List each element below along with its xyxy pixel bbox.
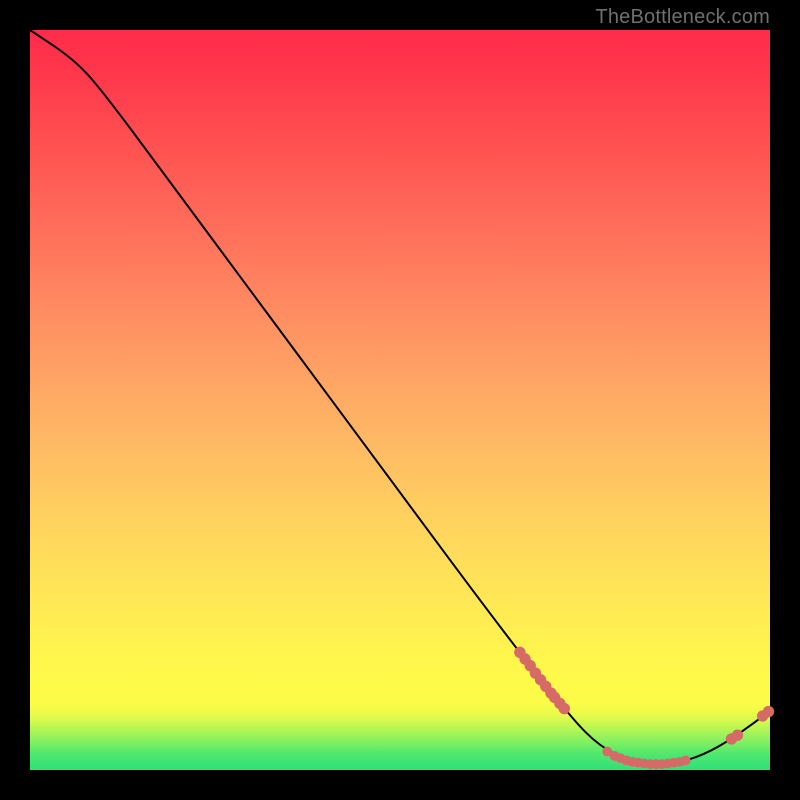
data-curve (30, 30, 770, 764)
marker-group (515, 647, 774, 768)
chart-overlay (30, 30, 770, 770)
chart-container: TheBottleneck.com (0, 0, 800, 800)
marker-dot (681, 756, 690, 765)
marker-dot (732, 730, 742, 740)
watermark-label: TheBottleneck.com (595, 6, 770, 29)
marker-dot (763, 706, 773, 716)
marker-dot (559, 703, 569, 713)
